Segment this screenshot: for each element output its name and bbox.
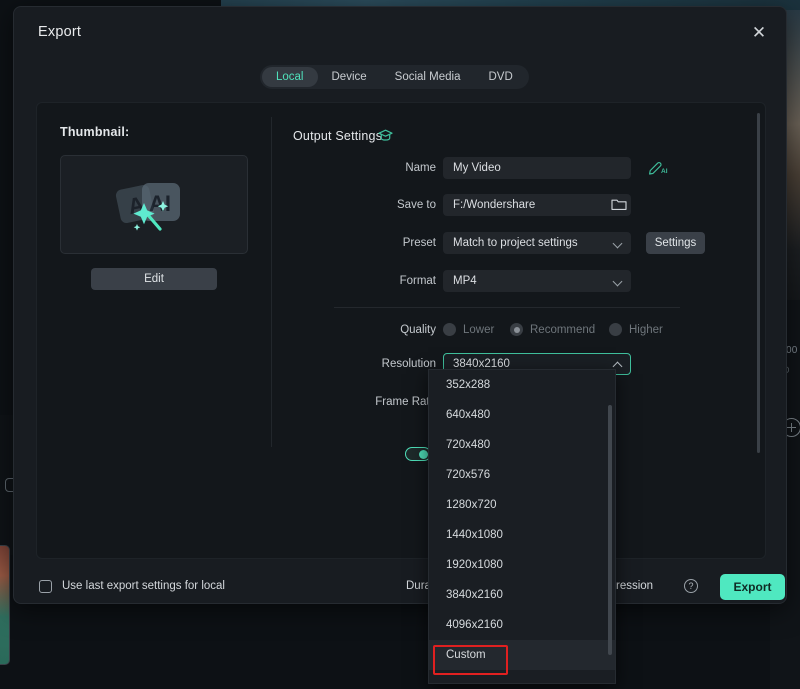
- dropdown-option[interactable]: 4096x2160: [429, 610, 615, 640]
- tab-social-media[interactable]: Social Media: [381, 67, 475, 87]
- ai-magic-wand-icon: A AI: [115, 182, 180, 231]
- question-mark-icon[interactable]: ?: [684, 579, 698, 593]
- use-last-settings-checkbox[interactable]: [39, 580, 52, 593]
- graduation-cap-icon[interactable]: [378, 129, 393, 142]
- frame-rate-label: Frame Rate: [375, 396, 436, 408]
- chevron-down-icon: [612, 238, 623, 249]
- quality-label: Quality: [400, 324, 436, 336]
- ai-rename-icon[interactable]: AI: [648, 158, 668, 176]
- dropdown-option[interactable]: 640x480: [429, 400, 615, 430]
- dropdown-option[interactable]: 3840x2160: [429, 580, 615, 610]
- tab-dvd[interactable]: DVD: [475, 67, 527, 87]
- dropdown-option-custom[interactable]: Custom: [429, 640, 615, 670]
- quality-option-lower[interactable]: Lower: [443, 323, 494, 336]
- dropdown-option[interactable]: 720x576: [429, 460, 615, 490]
- export-dialog: Export ✕ Local Device Social Media DVD T…: [13, 6, 787, 604]
- quality-lower-label: Lower: [463, 323, 495, 336]
- dropdown-scrollbar[interactable]: [608, 405, 612, 655]
- radio-icon: [609, 323, 622, 336]
- format-label: Format: [399, 275, 436, 287]
- format-value: MP4: [453, 275, 477, 287]
- card-scrollbar[interactable]: [757, 113, 760, 453]
- resolution-dropdown: 352x288 640x480 720x480 720x576 1280x720…: [428, 369, 616, 684]
- export-tab-bar: Local Device Social Media DVD: [260, 65, 529, 89]
- thumbnail-preview[interactable]: A AI: [60, 155, 248, 254]
- close-icon[interactable]: ✕: [746, 20, 772, 46]
- folder-icon[interactable]: [611, 197, 627, 211]
- export-button[interactable]: Export: [720, 574, 785, 600]
- format-select[interactable]: MP4: [443, 270, 631, 292]
- dropdown-option[interactable]: 1920x1080: [429, 550, 615, 580]
- preset-label: Preset: [402, 237, 436, 249]
- quality-higher-label: Higher: [629, 323, 663, 336]
- thumbnail-label: Thumbnail:: [60, 125, 130, 139]
- edit-thumbnail-button[interactable]: Edit: [91, 268, 217, 290]
- toggle-knob: [419, 450, 428, 459]
- svg-text:AI: AI: [149, 191, 171, 216]
- tab-device[interactable]: Device: [318, 67, 381, 87]
- chevron-down-icon: [612, 276, 623, 287]
- quality-option-higher[interactable]: Higher: [609, 323, 663, 336]
- background-timeline-clip: [0, 545, 10, 665]
- preset-value: Match to project settings: [453, 237, 578, 249]
- dialog-footer: Use last export settings for local Durat…: [36, 567, 785, 609]
- quality-recommend-label: Recommend: [530, 323, 596, 336]
- save-to-input[interactable]: F:/Wondershare: [443, 194, 631, 216]
- column-divider: [271, 117, 272, 447]
- dialog-title: Export: [38, 24, 82, 40]
- dropdown-option[interactable]: 720x480: [429, 430, 615, 460]
- tab-local[interactable]: Local: [262, 67, 318, 87]
- name-input[interactable]: My Video: [443, 157, 631, 179]
- svg-text:AI: AI: [661, 168, 668, 175]
- quality-option-recommend[interactable]: Recommend: [510, 323, 595, 336]
- settings-divider: [334, 307, 680, 308]
- dropdown-option[interactable]: 1280x720: [429, 490, 615, 520]
- name-label: Name: [405, 162, 436, 174]
- dropdown-option[interactable]: 1440x1080: [429, 520, 615, 550]
- save-to-label: Save to: [397, 199, 436, 211]
- dropdown-option[interactable]: 352x288: [429, 370, 615, 400]
- radio-selected-icon: [510, 323, 523, 336]
- radio-icon: [443, 323, 456, 336]
- use-last-settings-label: Use last export settings for local: [62, 580, 225, 592]
- preset-select[interactable]: Match to project settings: [443, 232, 631, 254]
- output-settings-title: Output Settings: [293, 129, 383, 143]
- preset-settings-button[interactable]: Settings: [646, 232, 705, 254]
- resolution-label: Resolution: [381, 358, 436, 370]
- compression-label: ression: [616, 580, 654, 592]
